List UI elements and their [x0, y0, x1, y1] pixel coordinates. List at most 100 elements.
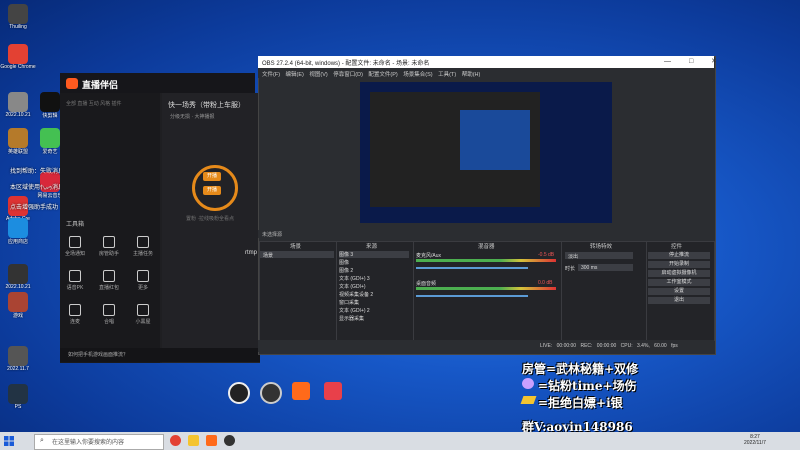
- desktop-icon[interactable]: 2022.11.7: [0, 346, 36, 372]
- desktop-icon-label: 应用商店: [7, 239, 28, 245]
- toolbox-item[interactable]: 房管助手: [96, 236, 122, 257]
- desktop-icon-image: [8, 346, 28, 366]
- overlay-line: =钻粉time+场伤: [538, 379, 637, 393]
- desktop-icon[interactable]: 游戏: [0, 292, 36, 319]
- volume-slider[interactable]: [416, 295, 528, 297]
- live-app-taskbar-icon[interactable]: [206, 435, 217, 446]
- tool-icon: [69, 304, 81, 316]
- rtmp-label: rtmp: [245, 250, 257, 256]
- volume-slider[interactable]: [416, 267, 528, 269]
- tool-label: 合唱: [103, 319, 114, 325]
- control-button[interactable]: 启动虚拟摄像机: [648, 270, 710, 277]
- control-button[interactable]: 设置: [648, 288, 710, 295]
- overlay-line: 房管=武林秘籍+双修: [522, 362, 639, 376]
- tool-icon: [69, 270, 81, 282]
- obs-status-text: LIVE: 00:00:00 REC: 00:00:00 CPU: 3.4%, …: [540, 343, 678, 349]
- tool-icon: [137, 270, 149, 282]
- desktop-icon-label: 英雄联盟: [7, 149, 28, 155]
- windows-start-icon[interactable]: [4, 436, 14, 446]
- desktop-icon[interactable]: PS: [0, 384, 36, 410]
- toolbox-item[interactable]: 主播任务: [130, 236, 156, 257]
- tool-label: 连麦: [69, 319, 80, 325]
- source-item[interactable]: 文本 (GDI+): [339, 283, 409, 290]
- toolbox-item[interactable]: 更多: [130, 270, 156, 291]
- desktop-icon[interactable]: Thuiling: [0, 4, 36, 30]
- control-button[interactable]: 停止推流: [648, 252, 710, 259]
- app-shortcut-icon[interactable]: [324, 382, 342, 400]
- tool-icon: [137, 236, 149, 248]
- clock-date: 2022/11/7: [744, 440, 766, 446]
- netease-icon[interactable]: [40, 173, 54, 187]
- source-item[interactable]: 图像 2: [339, 267, 409, 274]
- obs-taskbar-icon[interactable]: [224, 435, 235, 446]
- toolbox-item[interactable]: 连麦: [62, 304, 88, 325]
- app-tabs[interactable]: 全部 直播 互动 风格 插件: [66, 100, 122, 107]
- duration-label: 时长: [565, 266, 576, 272]
- scenes-dock-title: 场景: [290, 244, 302, 250]
- desktop-icon[interactable]: Google Chrome: [0, 44, 36, 70]
- source-item[interactable]: 显示器采集: [339, 315, 409, 322]
- controls-dock-title: 控件: [671, 244, 683, 250]
- desktop-icon-label: 2022.11.7: [7, 366, 29, 372]
- sources-dock-title: 来源: [366, 244, 378, 250]
- tool-label: 小黑屋: [135, 319, 151, 325]
- toolbox-item[interactable]: 直播红包: [96, 270, 122, 291]
- help-link[interactable]: 如何把手机游戏画面推流？: [68, 351, 128, 358]
- tool-icon: [137, 304, 149, 316]
- mixer-channel-name: 桌面音频: [416, 281, 437, 287]
- audio-meter: [416, 287, 556, 290]
- search-icon: ⌕: [40, 437, 44, 444]
- desktop-icon-label: 2022.10.21: [5, 112, 31, 118]
- notification-line: 找到帮助：失败消息: [10, 169, 65, 175]
- desktop-icon[interactable]: 英雄联盟: [0, 128, 36, 155]
- taskbar-clock[interactable]: 8:27 2022/11/7: [744, 434, 766, 446]
- source-item[interactable]: 窗口采集: [339, 299, 409, 306]
- obs-menu-items[interactable]: 文件(F) 编辑(E) 视图(V) 停靠窗口(D) 配置文件(P) 场景集合(S…: [262, 70, 480, 78]
- desktop-icon[interactable]: 2022.10.21: [0, 264, 36, 290]
- desktop-icon-label: Thuiling: [9, 24, 27, 30]
- duration-value: 300 ms: [581, 265, 598, 271]
- tool-label: 更多: [137, 285, 148, 291]
- start-live-button[interactable]: 开播: [203, 172, 221, 181]
- obs-source-bar: [258, 230, 714, 238]
- chrome-icon[interactable]: [170, 435, 181, 446]
- source-item[interactable]: 文本 (GDI+) 2: [339, 307, 409, 314]
- mixer-dock-title: 混音器: [478, 244, 495, 250]
- desktop-icon[interactable]: 应用商店: [0, 218, 36, 245]
- transitions-dock-title: 转场特效: [590, 244, 613, 250]
- stream-title: 快一场秀（带粉上车服）: [168, 102, 245, 109]
- app-shortcut-icon[interactable]: [260, 382, 282, 404]
- desktop-icon-label: Google Chrome: [0, 64, 36, 70]
- mixer-channel-name: 麦克风/Aux: [416, 253, 442, 259]
- tool-label: 主播任务: [132, 251, 153, 257]
- toolbox-item[interactable]: 全场通知: [62, 236, 88, 257]
- app-name: 直播伴侣: [82, 80, 119, 90]
- tool-label: 房管助手: [98, 251, 119, 257]
- desktop-icon-image: [8, 44, 28, 64]
- transition-type: 淡出: [568, 254, 579, 260]
- search-placeholder: 在这里输入你要搜索的内容: [52, 440, 125, 446]
- desktop-icon-image: [8, 264, 28, 284]
- folder-icon[interactable]: [188, 435, 199, 446]
- source-item[interactable]: 图像 3: [339, 251, 409, 258]
- desktop-icon-image: [8, 384, 28, 404]
- app-shortcut-icon[interactable]: [228, 382, 250, 404]
- desktop-icon[interactable]: 2022.10.21: [0, 92, 36, 118]
- tool-label: 全场通知: [64, 251, 85, 257]
- toolbox-item[interactable]: 小黑屋: [130, 304, 156, 325]
- start-live-button-2[interactable]: 开播: [203, 186, 221, 195]
- source-item[interactable]: 文本 (GDI+) 3: [339, 275, 409, 282]
- source-item[interactable]: 视频采集设备 2: [339, 291, 409, 298]
- toolbox-item[interactable]: 语音PK: [62, 270, 88, 291]
- tool-icon: [103, 236, 115, 248]
- desktop-icon-image: [8, 4, 28, 24]
- control-button[interactable]: 开始录制: [648, 261, 710, 268]
- app-shortcut-icon[interactable]: [292, 382, 310, 400]
- toolbox-item[interactable]: 合唱: [96, 304, 122, 325]
- control-button[interactable]: 退出: [648, 297, 710, 304]
- source-item[interactable]: 图像: [339, 259, 409, 266]
- window-controls[interactable]: — □ ✕: [664, 57, 725, 65]
- mixer-channel-db: -0.5 dB: [538, 252, 555, 258]
- control-button[interactable]: 工作室模式: [648, 279, 710, 286]
- desktop-icon-image: [8, 292, 28, 312]
